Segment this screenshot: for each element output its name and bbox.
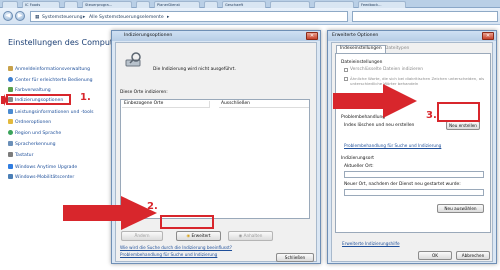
indexing-search-help-link[interactable]: Wie wird die Suche durch die Indizierung… — [120, 245, 232, 250]
close-icon[interactable]: ✕ — [306, 32, 318, 40]
windows-logo-icon — [8, 164, 13, 169]
chevron-right-icon: ▸ — [83, 15, 86, 20]
cp-item-mobility-center[interactable]: Windows-Mobilitätscenter — [8, 174, 74, 181]
cp-item-speech-recognition[interactable]: Spracherkennung — [8, 141, 56, 148]
advanced-help-link[interactable]: Erweiterte Indizierungshilfe — [342, 241, 400, 246]
indexing-status-text: Die Indizierung wird nicht ausgeführt. — [153, 67, 236, 72]
diacritics-checkbox[interactable] — [344, 77, 348, 81]
troubleshoot-link[interactable]: Problembehandlung für Suche und Indizier… — [344, 143, 441, 148]
color-management-icon — [8, 87, 13, 92]
keyboard-icon — [8, 152, 13, 157]
advanced-button[interactable]: ◉ Erweitert — [176, 231, 221, 241]
cp-item-keyboard[interactable]: Tastatur — [8, 152, 33, 159]
address-bar: ◀ ▶ ▦ Systemsteuerung ▸ Alle Systemsteue… — [0, 8, 500, 25]
current-location-label: Aktueller Ort: — [344, 164, 374, 169]
cp-item-folder-options[interactable]: Ordneroptionen — [8, 119, 51, 126]
highlight-rebuild-button — [437, 102, 480, 122]
tab-file-types[interactable]: Dateitypen — [385, 46, 409, 51]
chevron-right-icon: ▸ — [167, 15, 170, 20]
dialog-client: Indexeinstellungen Dateitypen Dateieinst… — [331, 42, 493, 262]
search-input[interactable] — [352, 11, 498, 22]
back-button[interactable]: ◀ — [3, 11, 13, 21]
column-header-exclude[interactable]: Ausschließen — [219, 101, 309, 108]
arrow-right-icon — [63, 196, 157, 230]
ease-of-access-icon — [8, 77, 13, 82]
dialog-titlebar: Erweiterte Optionen — [328, 31, 496, 41]
mobility-icon — [8, 174, 13, 179]
globe-icon — [8, 130, 13, 135]
address-field[interactable]: ▦ Systemsteuerung ▸ Alle Systemsteuerung… — [30, 11, 348, 22]
performance-icon — [8, 109, 13, 114]
new-location-field — [344, 189, 484, 196]
browser-tab[interactable]: Geschaeft — [222, 1, 266, 8]
forward-button[interactable]: ▶ — [15, 11, 25, 21]
cp-item-performance[interactable]: Leistungsinformationen und -tools — [8, 109, 94, 116]
cp-item-color-management[interactable]: Farbverwaltung — [8, 87, 51, 94]
browser-tab[interactable] — [314, 1, 354, 8]
file-settings-label: Dateieinstellungen — [341, 60, 383, 65]
highlight-advanced-button — [160, 215, 214, 229]
cp-item-region-language[interactable]: Region und Sprache — [8, 130, 61, 137]
breadcrumb-systemsteuerung[interactable]: Systemsteuerung — [42, 15, 83, 20]
select-new-button[interactable]: Neu auswählen — [437, 204, 484, 213]
arrow-right-icon — [333, 84, 417, 118]
current-location-field — [344, 171, 484, 178]
browser-tab[interactable] — [136, 1, 150, 8]
browser-tab[interactable] — [64, 1, 78, 8]
change-button[interactable]: Ändern — [121, 231, 163, 241]
browser-tab-strip: IC Foods Steuerprogra... PlanerDienst Ge… — [0, 0, 500, 8]
microphone-icon — [8, 141, 13, 146]
arrow-right-icon — [1, 94, 7, 106]
advanced-options-dialog: Erweiterte Optionen ✕ Indexeinstellungen… — [327, 30, 497, 264]
cp-item-ease-of-access[interactable]: Center für erleichterte Bedienung — [8, 77, 93, 84]
shield-icon: ◉ — [186, 233, 191, 238]
shield-icon: ◉ — [238, 233, 243, 238]
column-header-included[interactable]: Einbezogene Orte — [122, 101, 210, 108]
step-3-label: 3. — [426, 110, 437, 121]
browser-tab[interactable] — [2, 1, 18, 8]
step-1-label: 1. — [80, 92, 91, 103]
highlight-indexing-options — [6, 94, 71, 105]
locations-label: Diese Orte indizieren: — [120, 90, 168, 95]
rebuild-button[interactable]: Neu erstellen — [446, 121, 480, 130]
folder-icon — [8, 119, 13, 124]
pause-button[interactable]: ◉ Anhalten — [228, 231, 273, 241]
new-location-label: Neuer Ort, nachdem der Dienst neu gestar… — [344, 182, 461, 187]
breadcrumb-all-items[interactable]: Alle Systemsteuerungselemente — [89, 15, 164, 20]
browser-tab[interactable]: IC Foods — [22, 1, 60, 8]
encrypted-files-checkbox[interactable] — [344, 68, 348, 72]
cancel-button[interactable]: Abbrechen — [456, 251, 490, 260]
browser-tab[interactable] — [204, 1, 218, 8]
credential-icon — [8, 66, 13, 71]
dialog-titlebar: Indizierungsoptionen — [112, 31, 320, 41]
rebuild-index-text: Index löschen und neu erstellen — [344, 123, 415, 128]
cp-item-anytime-upgrade[interactable]: Windows Anytime Upgrade — [8, 164, 77, 171]
index-location-label: Indizierungsort — [341, 156, 374, 161]
browser-tab[interactable]: Feedback... — [358, 1, 406, 8]
cp-item-credential-manager[interactable]: Anmeldeinformationsverwaltung — [8, 66, 90, 73]
control-panel-icon: ▦ — [35, 15, 40, 20]
encrypted-files-label: Verschlüsselte Dateien indizieren — [350, 67, 423, 72]
ok-button[interactable]: OK — [418, 251, 452, 260]
browser-tab[interactable]: PlanerDienst — [154, 1, 200, 8]
troubleshoot-link[interactable]: Problembehandlung für Suche und Indizier… — [120, 252, 217, 257]
tab-index-settings[interactable]: Indexeinstellungen — [336, 45, 386, 53]
indexing-drive-icon — [125, 51, 143, 69]
close-button[interactable]: Schließen — [276, 253, 314, 262]
browser-tab[interactable] — [270, 1, 310, 8]
browser-tab[interactable]: Steuerprogra... — [82, 1, 132, 8]
close-icon[interactable]: ✕ — [482, 32, 494, 40]
tab-panel: Dateieinstellungen Verschlüsselte Dateie… — [335, 53, 491, 233]
